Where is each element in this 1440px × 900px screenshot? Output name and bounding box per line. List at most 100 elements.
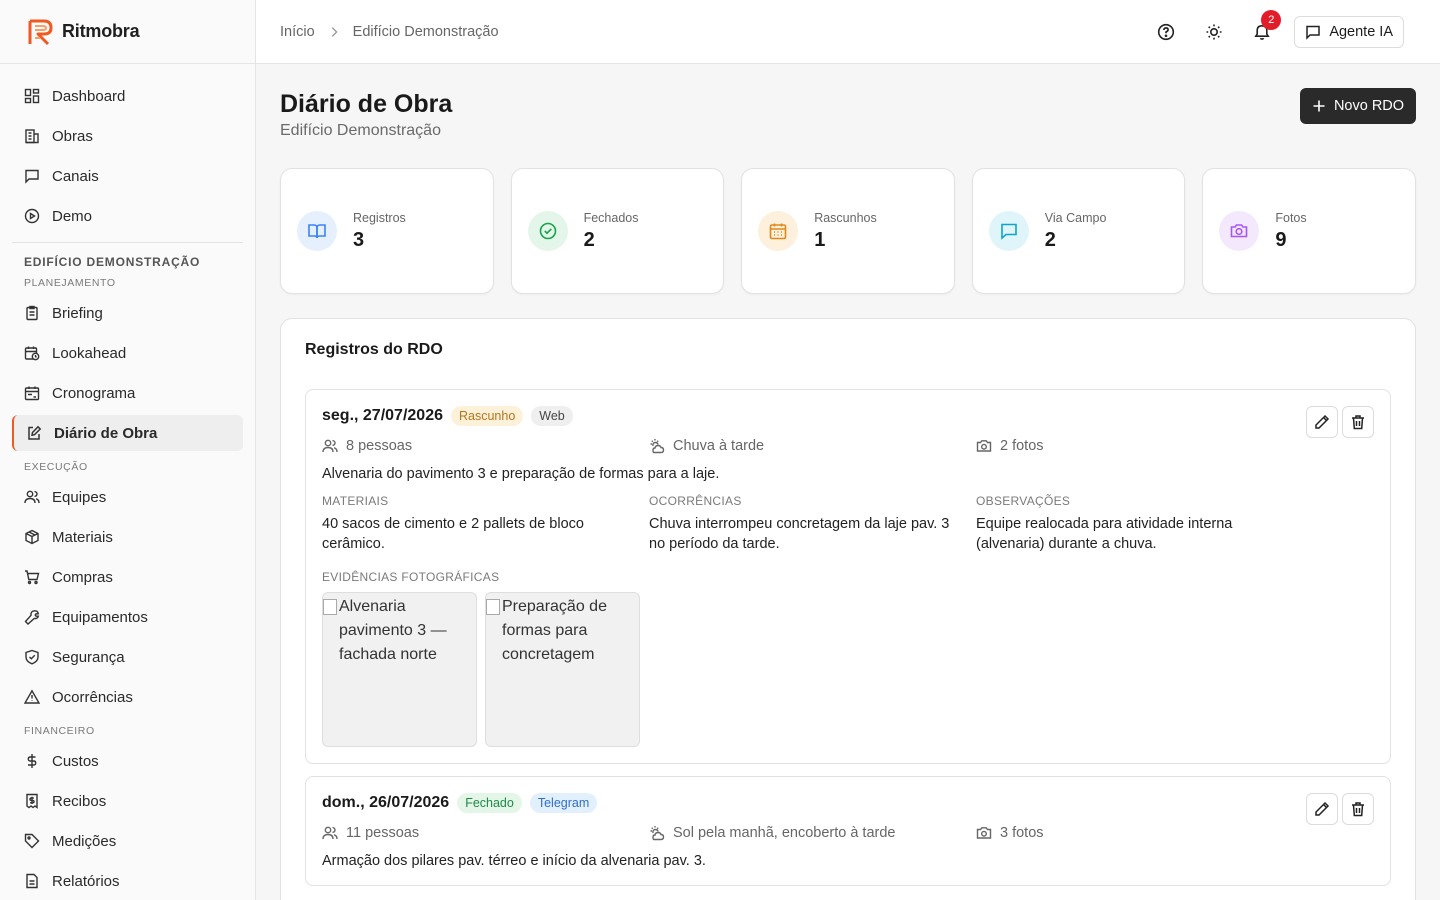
theme-toggle-button[interactable] [1198, 16, 1230, 48]
sidebar-item-equipamentos[interactable]: Equipamentos [12, 599, 243, 635]
sidebar-item-materiais[interactable]: Materiais [12, 519, 243, 555]
alert-triangle-icon [24, 689, 40, 704]
stat-icon-wrap [297, 211, 337, 251]
stat-value: 2 [1044, 228, 1056, 251]
camera-icon [976, 440, 992, 452]
delete-button[interactable] [1342, 406, 1374, 438]
weather: Chuva à tarde [649, 438, 976, 454]
sidebar-item-seguranca[interactable]: Segurança [12, 639, 243, 675]
sidebar-item-label: Materiais [52, 528, 113, 546]
breadcrumb: Início Edifício Demonstração [280, 24, 499, 40]
channel-badge: Web [531, 406, 573, 426]
cart-icon [25, 570, 40, 585]
occurrences-text: Chuva interrompeu concretagem da laje pa… [649, 516, 950, 552]
receipt-icon [26, 793, 38, 809]
project-title: EDIFÍCIO DEMONSTRAÇÃO [24, 255, 201, 269]
stat-icon-wrap [1219, 211, 1260, 251]
sidebar-item-equipes[interactable]: Equipes [12, 479, 243, 515]
stat-icon-wrap [988, 211, 1029, 251]
photo-evidence-label: EVIDÊNCIAS FOTOGRÁFICAS [322, 570, 500, 584]
agent-ia-button[interactable]: Agente IA [1294, 16, 1404, 48]
users-icon [322, 826, 338, 840]
sidebar-item-label: Briefing [52, 304, 103, 322]
calendar-icon [769, 223, 787, 240]
shield-icon [25, 649, 39, 665]
group-title-planejamento: PLANEJAMENTO [24, 277, 116, 289]
new-rdo-button[interactable]: Novo RDO [1300, 88, 1416, 124]
stat-icon-wrap [758, 211, 799, 251]
stat-card-rascunhos: Rascunhos 1 [741, 168, 955, 294]
sidebar-item-lookahead[interactable]: Lookahead [12, 335, 243, 371]
top-bar: Início Edifício Demonstração 2 Agente IA [256, 0, 1440, 64]
stat-value: 9 [1275, 228, 1287, 251]
agent-ia-label: Agente IA [1329, 24, 1393, 40]
stat-label: Fotos [1275, 210, 1307, 225]
page-title: Diário de Obra [280, 90, 453, 118]
trash-icon [1352, 802, 1364, 817]
materials-text: 40 sacos de cimento e 2 pallets de bloco… [322, 516, 584, 552]
page-header: Diário de Obra Edifício Demonstração Nov… [280, 88, 1416, 168]
calendar-range-icon [24, 386, 40, 401]
sidebar-item-relatorios[interactable]: Relatórios [12, 863, 243, 899]
header-actions: 2 Agente IA [1150, 10, 1404, 48]
rdo-actions [1306, 793, 1374, 825]
broken-image-icon [486, 599, 500, 615]
edit-note-icon [28, 425, 42, 440]
sidebar-item-label: Canais [52, 167, 99, 185]
sidebar-item-diario-de-obra[interactable]: Diário de Obra [12, 415, 243, 451]
notifications-button[interactable]: 2 [1246, 10, 1282, 48]
calendar-clock-icon [24, 346, 40, 361]
app-logo[interactable]: Ritmobra [0, 0, 255, 64]
photo-thumbnail[interactable]: Alvenaria pavimento 3 — fachada norte [322, 592, 477, 747]
breadcrumb-current[interactable]: Edifício Demonstração [353, 24, 499, 40]
sidebar-item-label: Equipes [52, 488, 107, 506]
sidebar-item-medicoes[interactable]: Medições [12, 823, 243, 859]
materials-label: MATERIAIS [322, 494, 389, 508]
edit-button[interactable] [1306, 406, 1338, 438]
sidebar-item-compras[interactable]: Compras [12, 559, 243, 595]
weather-text: Sol pela manhã, encoberto à tarde [673, 825, 896, 841]
photos-count-text: 2 fotos [1000, 438, 1044, 454]
sidebar-divider [12, 242, 243, 243]
sidebar-item-dashboard[interactable]: Dashboard [12, 78, 243, 114]
help-button[interactable] [1150, 16, 1182, 48]
sidebar-item-cronograma[interactable]: Cronograma [12, 375, 243, 411]
package-icon [25, 529, 39, 545]
photo-thumbnail[interactable]: Preparação de formas para concretagem [485, 592, 640, 747]
camera-icon [976, 827, 992, 839]
sidebar-item-label: Compras [52, 568, 113, 586]
cloud-sun-icon [650, 826, 665, 841]
observations-section: OBSERVAÇÕES Equipe realocada para ativid… [976, 494, 1303, 554]
plus-icon [1313, 100, 1325, 112]
tag-icon [24, 833, 40, 849]
sidebar-item-recibos[interactable]: Recibos [12, 783, 243, 819]
edit-button[interactable] [1306, 793, 1338, 825]
rdo-records-panel: Registros do RDO seg., 27/07/2026 Rascun… [280, 318, 1416, 900]
stat-label: Registros [353, 210, 406, 225]
sidebar-item-label: Demo [52, 207, 93, 225]
delete-button[interactable] [1342, 793, 1374, 825]
sidebar-item-label: Segurança [52, 648, 125, 666]
users-icon [24, 490, 40, 504]
stat-label: Via Campo [1044, 210, 1107, 225]
file-icon [26, 873, 38, 889]
photo-alt-text: Preparação de formas para concretagem [502, 598, 607, 663]
broken-image-icon [323, 599, 337, 615]
photos-count-text: 3 fotos [1000, 825, 1044, 841]
wrench-icon [24, 610, 40, 625]
breadcrumb-home[interactable]: Início [280, 24, 315, 40]
clipboard-icon [26, 305, 38, 321]
sidebar-item-demo[interactable]: Demo [12, 198, 243, 234]
check-circle-icon [539, 222, 556, 240]
stat-value: 2 [583, 228, 595, 251]
rdo-date: dom., 26/07/2026 [322, 794, 450, 811]
sidebar-item-custos[interactable]: Custos [12, 743, 243, 779]
app-name: Ritmobra [62, 21, 140, 41]
sidebar-item-obras[interactable]: Obras [12, 118, 243, 154]
sidebar-item-ocorrencias[interactable]: Ocorrências [12, 679, 243, 715]
rdo-date: seg., 27/07/2026 [322, 407, 443, 424]
sun-icon [1206, 24, 1222, 40]
sidebar-item-briefing[interactable]: Briefing [12, 295, 243, 331]
sidebar-item-canais[interactable]: Canais [12, 158, 243, 194]
pencil-icon [1315, 414, 1330, 429]
